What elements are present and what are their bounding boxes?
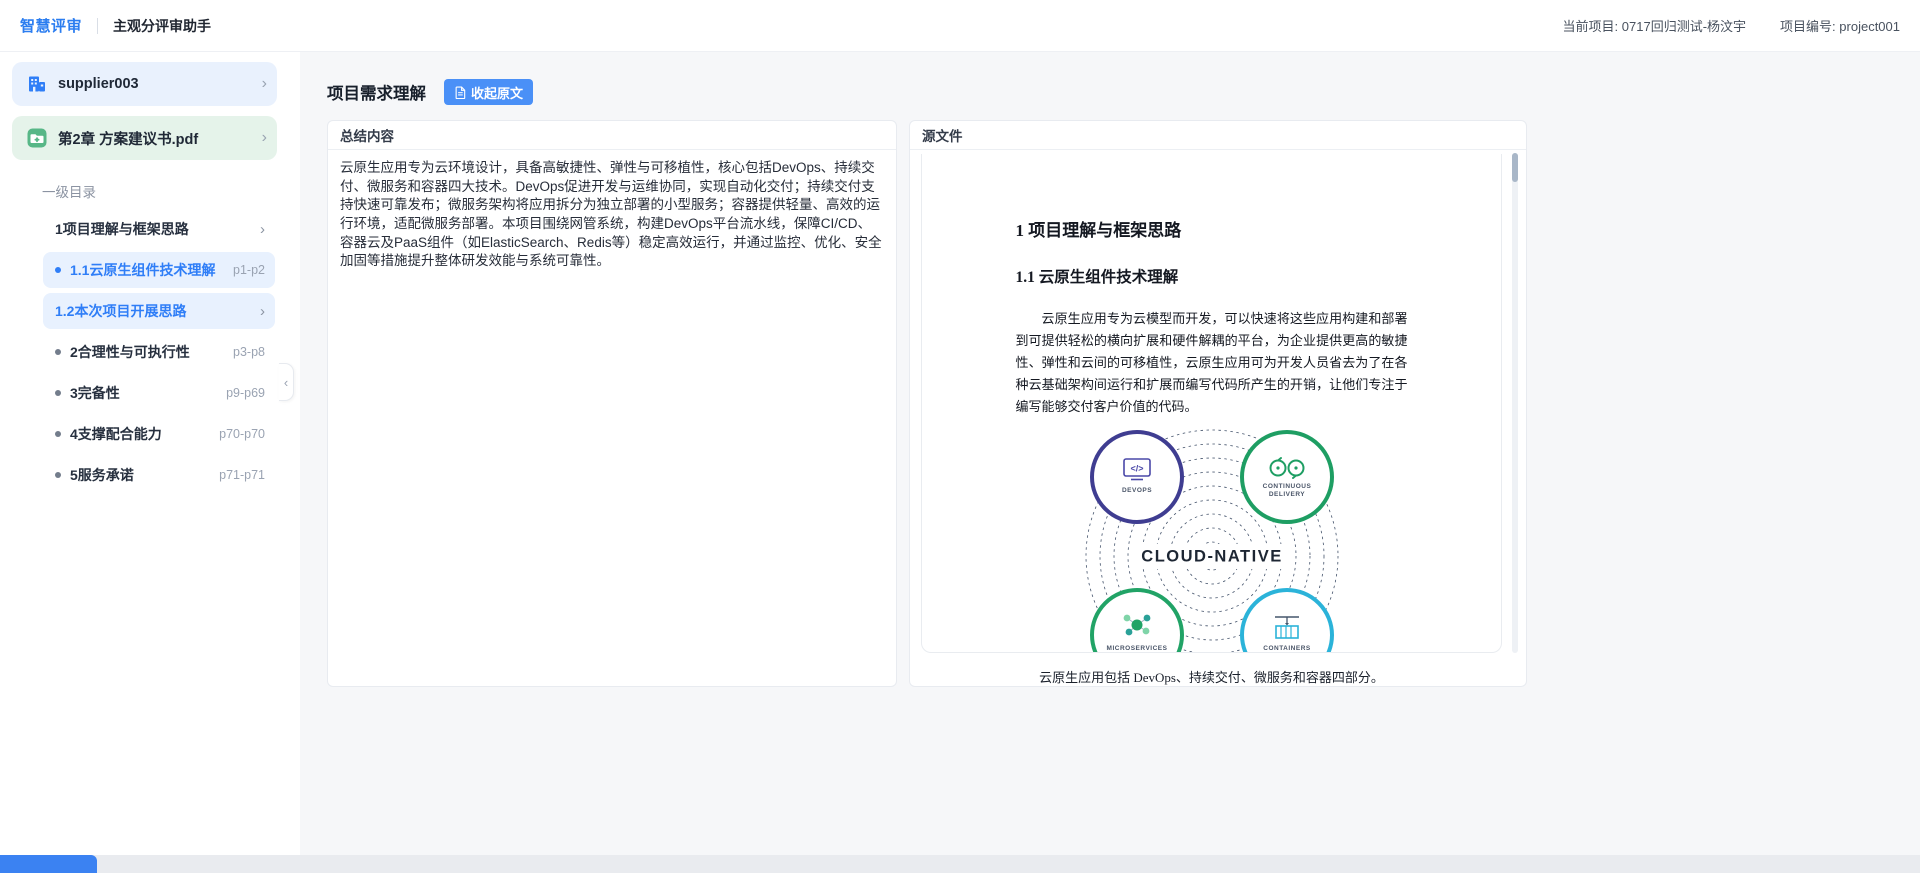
toc-item-pages: p3-p8 — [233, 345, 265, 359]
chevron-right-icon: › — [262, 76, 267, 92]
project-code-label: 项目编号: — [1780, 19, 1836, 34]
toc-item-5[interactable]: 5服务承诺 p71-p71 — [43, 457, 275, 493]
toc-item-label: 4支撑配合能力 — [70, 424, 162, 444]
svg-text:CONTINUOUS: CONTINUOUS — [1262, 483, 1311, 490]
svg-text:DELIVERY: DELIVERY — [1268, 491, 1304, 498]
toc-item-pages: p9-p69 — [226, 386, 265, 400]
devops-node: </> DEVOPS — [1092, 432, 1182, 522]
chevron-right-icon: › — [260, 304, 265, 319]
sidebar-collapse-handle[interactable]: ‹ — [279, 363, 294, 401]
pdf-page: 1 项目理解与框架思路 1.1 云原生组件技术理解 云原生应用专为云模型而开发，… — [921, 154, 1502, 653]
figure-caption: 云原生应用包括 DevOps、持续交付、微服务和容器四部分。 — [921, 667, 1502, 686]
pdf-paragraph: 云原生应用专为云模型而开发，可以快速将这些应用构建和部署到可提供轻松的横向扩展和… — [1016, 308, 1408, 418]
summary-text: 云原生应用专为云环境设计，具备高敏捷性、弹性与可移植性，核心包括DevOps、持… — [328, 150, 896, 280]
summary-panel: 总结内容 云原生应用专为云环境设计，具备高敏捷性、弹性与可移植性，核心包括Dev… — [327, 120, 897, 687]
chevron-left-icon: ‹ — [284, 375, 288, 390]
building-icon — [26, 73, 48, 95]
svg-text:CONTAINERS: CONTAINERS — [1263, 645, 1311, 652]
brand-logo: 智慧评审 — [20, 15, 82, 36]
svg-text:</>: </> — [1130, 464, 1143, 474]
pdf-heading-1-1: 1.1 云原生组件技术理解 — [1016, 265, 1408, 287]
cloud-native-diagram: CLOUD-NATIVE </> DEVOPS — [1082, 426, 1342, 653]
svg-text:MICROSERVICES: MICROSERVICES — [1106, 645, 1167, 652]
toc-item-1[interactable]: 1项目理解与框架思路 › — [43, 211, 275, 247]
toc-item-label: 2合理性与可执行性 — [70, 342, 190, 362]
toc-item-label: 1.1云原生组件技术理解 — [70, 260, 215, 280]
containers-node: CONTAINERS — [1242, 590, 1332, 653]
current-project-label: 当前项目: — [1563, 19, 1619, 34]
supplier-name: supplier003 — [58, 76, 139, 92]
supplier-card[interactable]: supplier003 › — [12, 62, 277, 106]
scrollbar-thumb[interactable] — [1512, 153, 1518, 182]
svg-text:DEVOPS: DEVOPS — [1121, 487, 1151, 494]
toc-item-1-2[interactable]: 1.2本次项目开展思路 › — [43, 293, 275, 329]
source-panel-header: 源文件 — [910, 121, 1526, 150]
document-icon — [454, 86, 467, 99]
page-title: 项目需求理解 — [327, 80, 426, 104]
toc-item-4[interactable]: 4支撑配合能力 p70-p70 — [43, 416, 275, 452]
main-content: 项目需求理解 收起原文 总结内容 云原生应用专为云环境设计，具备高敏捷性、弹性与… — [300, 52, 1920, 855]
bullet-icon — [55, 431, 61, 437]
source-panel: 源文件 1 项目理解与框架思路 1.1 云原生组件技术理解 云原生应用专为云模型… — [909, 120, 1527, 687]
toc-item-pages: p1-p2 — [233, 263, 265, 277]
toc-item-2[interactable]: 2合理性与可执行性 p3-p8 — [43, 334, 275, 370]
collapse-original-button[interactable]: 收起原文 — [444, 79, 533, 105]
toc-title: 一级目录 — [42, 181, 300, 201]
current-project: 当前项目: 0717回归测试-杨汶宇 — [1563, 16, 1747, 35]
document-card[interactable]: 第2章 方案建议书.pdf › — [12, 116, 277, 160]
collapse-original-label: 收起原文 — [471, 83, 523, 102]
toc-item-label: 3完备性 — [70, 383, 120, 403]
continuous-delivery-node: CONTINUOUS DELIVERY — [1242, 432, 1332, 522]
bullet-icon — [55, 472, 61, 478]
toc-item-label: 5服务承诺 — [70, 465, 134, 485]
bullet-icon — [55, 390, 61, 396]
summary-panel-header: 总结内容 — [328, 121, 896, 150]
top-bar: 智慧评审 主观分评审助手 当前项目: 0717回归测试-杨汶宇 项目编号: pr… — [0, 0, 1920, 52]
toc-item-1-1[interactable]: 1.1云原生组件技术理解 p1-p2 — [43, 252, 275, 288]
cloud-native-label: CLOUD-NATIVE — [1141, 548, 1282, 566]
project-code-value: project001 — [1839, 19, 1900, 34]
topbar-right: 当前项目: 0717回归测试-杨汶宇 项目编号: project001 — [1563, 16, 1900, 35]
pdf-viewer: 1 项目理解与框架思路 1.1 云原生组件技术理解 云原生应用专为云模型而开发，… — [910, 150, 1526, 687]
section-header: 项目需求理解 收起原文 — [327, 78, 1920, 106]
app-title: 主观分评审助手 — [113, 16, 211, 36]
sidebar: supplier003 › 第2章 方案建议书.pdf › 一级目录 1项目理解… — [0, 52, 300, 855]
bullet-icon — [55, 349, 61, 355]
toc-list: 1项目理解与框架思路 › 1.1云原生组件技术理解 p1-p2 1.2本次项目开… — [43, 211, 275, 493]
project-code: 项目编号: project001 — [1780, 16, 1900, 35]
chevron-right-icon: › — [260, 222, 265, 237]
pdf-heading-1: 1 项目理解与框架思路 — [1016, 216, 1408, 241]
bottom-bar — [0, 855, 1920, 873]
current-project-value: 0717回归测试-杨汶宇 — [1622, 19, 1746, 34]
bottom-left-blue-panel[interactable] — [0, 855, 97, 873]
topbar-divider — [97, 18, 98, 34]
chevron-right-icon: › — [262, 130, 267, 146]
document-name: 第2章 方案建议书.pdf — [58, 128, 198, 149]
toc-item-pages: p70-p70 — [219, 427, 265, 441]
microservices-node: MICROSERVICES — [1092, 590, 1182, 653]
toc-item-label: 1.2本次项目开展思路 — [55, 301, 186, 321]
bullet-icon — [55, 267, 61, 273]
folder-plus-icon — [26, 127, 48, 149]
toc-item-label: 1项目理解与框架思路 — [55, 219, 189, 239]
toc-item-pages: p71-p71 — [219, 468, 265, 482]
toc-item-3[interactable]: 3完备性 p9-p69 — [43, 375, 275, 411]
scrollbar-track[interactable] — [1512, 153, 1518, 653]
